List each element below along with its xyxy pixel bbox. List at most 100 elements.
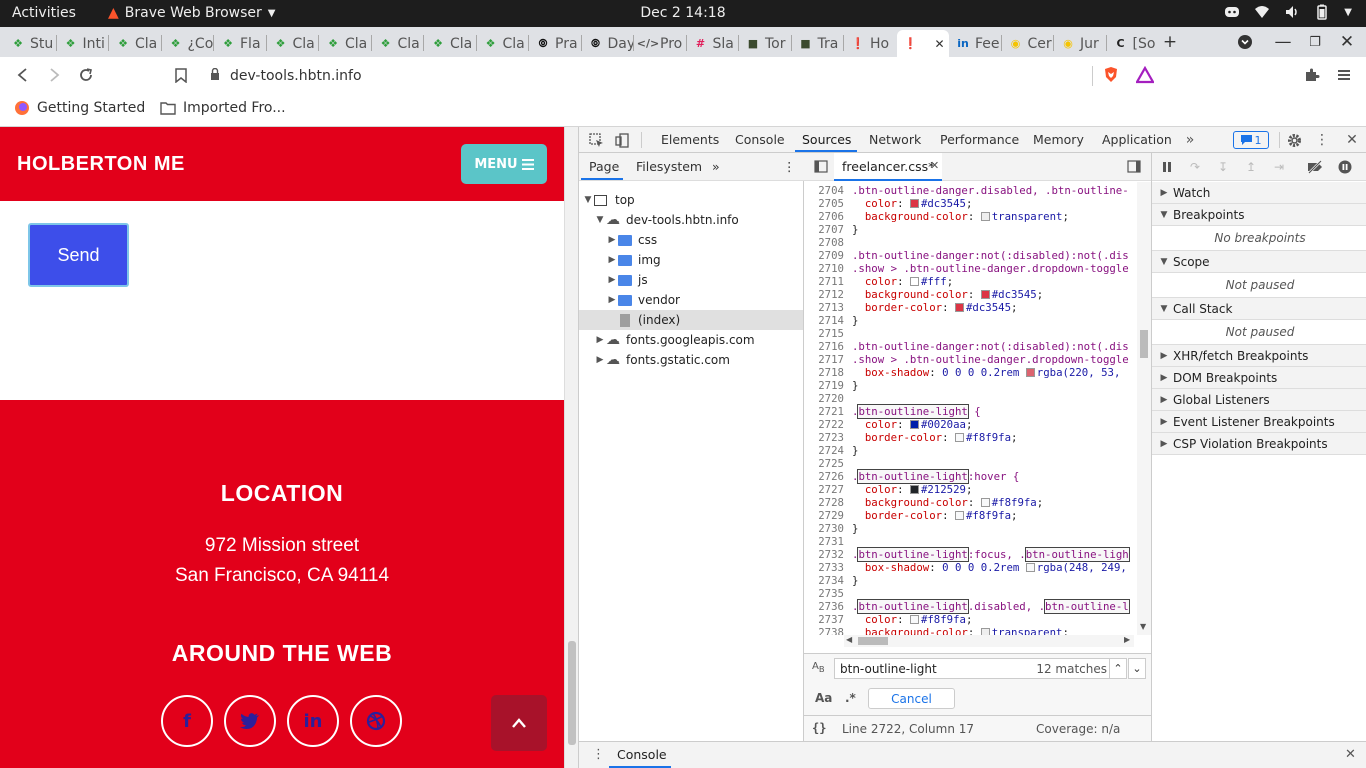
code-line[interactable]: } — [852, 314, 858, 327]
pane-header[interactable]: ▶ Watch — [1152, 182, 1366, 204]
line-number[interactable]: 2722 — [804, 418, 844, 431]
code-line[interactable]: } — [852, 444, 858, 457]
browser-tab[interactable]: ❖ Cla — [424, 30, 477, 57]
tree-item[interactable]: (index) — [579, 310, 803, 330]
browser-tab[interactable]: # Sla — [687, 30, 740, 57]
tab-search-button[interactable] — [1233, 31, 1257, 53]
navigator-menu-button[interactable]: ⋮ — [783, 159, 796, 174]
browser-tab[interactable]: C [So — [1107, 30, 1160, 57]
line-number[interactable]: 2724 — [804, 444, 844, 457]
code-line[interactable]: .show > .btn-outline-danger.dropdown-tog… — [852, 262, 1129, 275]
browser-tab[interactable]: ◉ Cer — [1002, 30, 1055, 57]
browser-tab[interactable]: ❗ Ho — [844, 30, 897, 57]
line-number[interactable]: 2729 — [804, 509, 844, 522]
line-number[interactable]: 2738 — [804, 626, 844, 635]
forward-button[interactable] — [43, 64, 65, 86]
scrollbar-thumb[interactable] — [568, 641, 576, 745]
code-line[interactable]: .btn-outline-danger:not(:disabled):not(.… — [852, 340, 1129, 353]
line-number[interactable]: 2714 — [804, 314, 844, 327]
linkedin-link[interactable]: in — [287, 695, 339, 747]
tab-memory[interactable]: Memory — [1033, 132, 1084, 147]
collapsed-triangle-icon[interactable]: ▶ — [594, 355, 606, 365]
code-line[interactable]: background-color: transparent; — [852, 210, 1069, 223]
code-line[interactable]: .btn-outline-light:hover { — [852, 469, 1019, 484]
code-line[interactable]: border-color: #f8f9fa; — [852, 509, 1018, 522]
browser-tab[interactable]: </> Pro — [634, 30, 687, 57]
step-button[interactable]: ⇥ — [1270, 158, 1288, 176]
browser-tab[interactable]: ⦾ Pra — [529, 30, 582, 57]
tree-item[interactable]: ▼ top — [579, 190, 803, 210]
line-number[interactable]: 2727 — [804, 483, 844, 496]
drawer-menu-button[interactable]: ⋮ — [592, 747, 605, 762]
line-number[interactable]: 2730 — [804, 522, 844, 535]
more-nav-tabs-button[interactable]: » — [712, 159, 720, 174]
scroll-to-top-button[interactable] — [491, 695, 547, 751]
pane-header[interactable]: ▼ Breakpoints — [1152, 204, 1366, 226]
browser-tab[interactable]: ❖ Fla — [214, 30, 267, 57]
line-number[interactable]: 2716 — [804, 340, 844, 353]
collapsed-triangle-icon[interactable]: ▶ — [606, 295, 618, 305]
line-number[interactable]: 2725 — [804, 457, 844, 470]
code-line[interactable]: background-color: #f8f9fa; — [852, 496, 1043, 509]
tree-item[interactable]: ▶ js — [579, 270, 803, 290]
step-out-button[interactable]: ↥ — [1242, 158, 1260, 176]
browser-tab[interactable]: ❖ Cla — [109, 30, 162, 57]
pane-header[interactable]: ▶ XHR/fetch Breakpoints — [1152, 345, 1366, 367]
system-tray[interactable]: ▼ — [1224, 4, 1352, 20]
close-devtools-button[interactable]: ✕ — [1343, 131, 1361, 149]
browser-tab[interactable]: ❖ Cla — [372, 30, 425, 57]
issues-badge[interactable]: 1 — [1233, 131, 1269, 149]
settings-button[interactable] — [1285, 131, 1303, 149]
code-line[interactable]: .btn-outline-light { — [852, 404, 981, 419]
line-number[interactable]: 2704 — [804, 184, 844, 197]
browser-tab[interactable]: in Fee — [949, 30, 1002, 57]
cancel-search-button[interactable]: Cancel — [868, 688, 955, 709]
line-number[interactable]: 2717 — [804, 353, 844, 366]
inspect-element-button[interactable] — [587, 131, 605, 149]
bookmark-imported[interactable]: Imported Fro... — [160, 100, 286, 116]
pane-header[interactable]: ▶ CSP Violation Breakpoints — [1152, 433, 1366, 455]
code-line[interactable]: color: #f8f9fa; — [852, 613, 973, 626]
brave-rewards-button[interactable] — [1134, 64, 1156, 86]
tab-sources[interactable]: Sources — [802, 132, 851, 147]
code-line[interactable]: background-color: transparent; — [852, 626, 1069, 635]
browser-tab[interactable]: ❖ ¿Co — [162, 30, 215, 57]
pane-header[interactable]: ▼ Call Stack — [1152, 298, 1366, 320]
toggle-debugger-button[interactable] — [1127, 160, 1141, 177]
line-number[interactable]: 2719 — [804, 379, 844, 392]
code-line[interactable]: border-color: #f8f9fa; — [852, 431, 1018, 444]
browser-tab[interactable]: ❖ Cla — [477, 30, 530, 57]
regex-button[interactable]: .* — [845, 691, 856, 705]
scrollbar-thumb[interactable] — [1140, 330, 1148, 358]
browser-tab[interactable]: ❖ Inti — [57, 30, 110, 57]
browser-tab[interactable]: ■ Tor — [739, 30, 792, 57]
step-into-button[interactable]: ↧ — [1214, 158, 1232, 176]
address-bar[interactable]: dev-tools.hbtn.info — [196, 62, 1190, 90]
browser-tab[interactable]: ❗ ✕ — [896, 30, 949, 57]
code-line[interactable]: color: #0020aa; — [852, 418, 973, 431]
browser-tab[interactable]: ■ Tra — [792, 30, 845, 57]
match-case-button[interactable]: Aa — [815, 691, 832, 705]
line-number[interactable]: 2708 — [804, 236, 844, 249]
editor-vertical-scrollbar[interactable]: ▼ — [1137, 182, 1151, 635]
brave-shields-button[interactable] — [1100, 64, 1122, 86]
scrollbar-thumb[interactable] — [858, 637, 888, 645]
pause-on-exceptions-button[interactable] — [1336, 158, 1354, 176]
code-line[interactable]: .btn-outline-danger:not(:disabled):not(.… — [852, 249, 1129, 262]
collapsed-triangle-icon[interactable]: ▶ — [606, 235, 618, 245]
code-line[interactable]: } — [852, 223, 858, 236]
app-menu[interactable]: ▲ Brave Web Browser ▼ — [108, 5, 275, 21]
collapsed-triangle-icon[interactable]: ▶ — [594, 335, 606, 345]
line-number[interactable]: 2721 — [804, 405, 844, 418]
pane-header[interactable]: ▼ Scope — [1152, 251, 1366, 273]
scroll-left-arrow-icon[interactable]: ◀ — [846, 635, 852, 644]
tree-item[interactable]: ▶ vendor — [579, 290, 803, 310]
send-button[interactable]: Send — [28, 223, 129, 287]
reload-button[interactable] — [75, 64, 97, 86]
tree-item[interactable]: ▶ css — [579, 230, 803, 250]
line-number[interactable]: 2736 — [804, 600, 844, 613]
browser-tab[interactable]: ⦾ Day — [582, 30, 634, 57]
line-number[interactable]: 2709 — [804, 249, 844, 262]
code-line[interactable]: color: #dc3545; — [852, 197, 973, 210]
line-number[interactable]: 2715 — [804, 327, 844, 340]
